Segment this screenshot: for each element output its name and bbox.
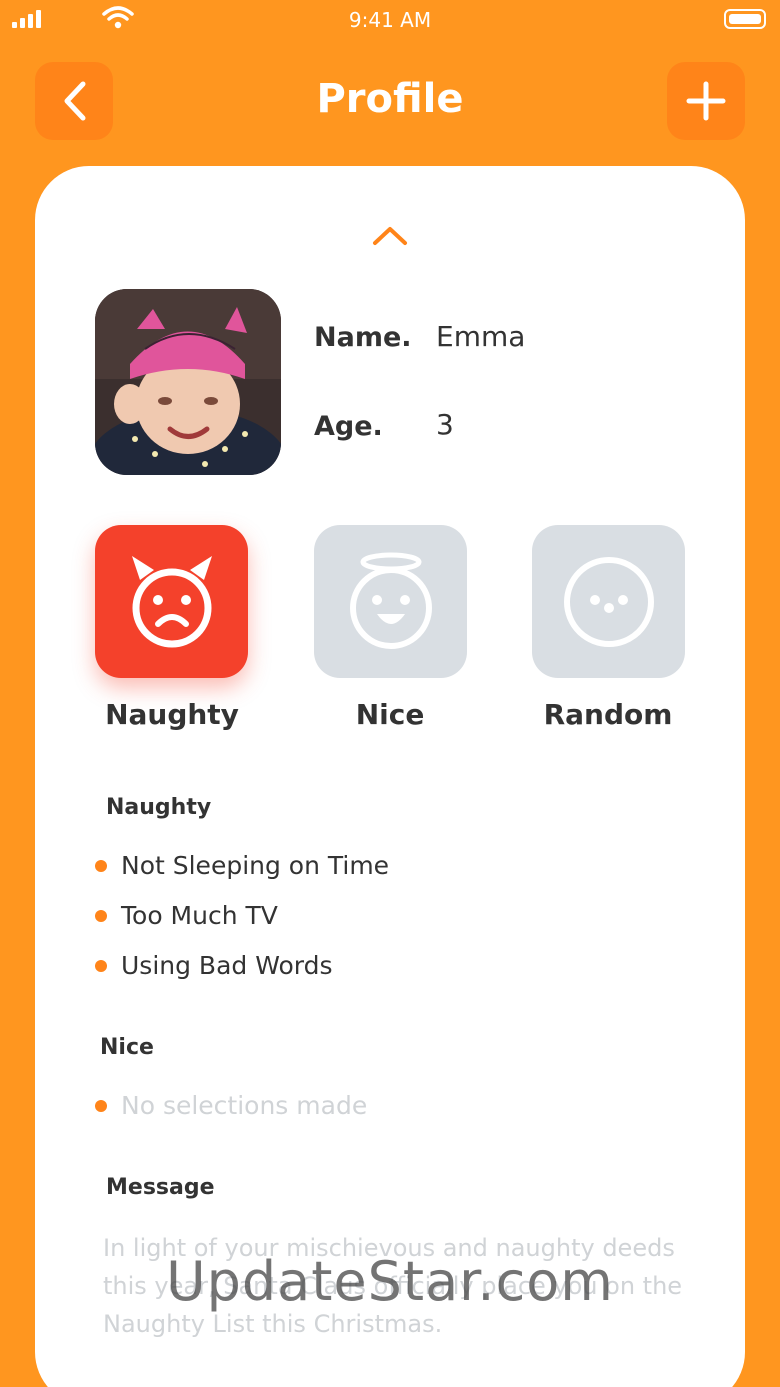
name-value: Emma: [436, 320, 526, 353]
bullet-dot: [95, 910, 107, 922]
message-section-title: Message: [106, 1175, 215, 1200]
bullet-dot: [95, 860, 107, 872]
page-title: Profile: [316, 76, 464, 122]
list-item-label: Too Much TV: [121, 901, 278, 930]
bullet-dot: [95, 1100, 107, 1112]
devil-face-icon: [131, 555, 212, 647]
nice-section-title: Nice: [100, 1035, 154, 1060]
list-item: No selections made: [95, 1081, 367, 1131]
name-label: Name.: [314, 322, 412, 353]
age-label: Age.: [314, 411, 383, 442]
random-mode-button[interactable]: [532, 525, 685, 678]
add-button[interactable]: [667, 62, 745, 140]
naughty-mode-label: Naughty: [105, 698, 239, 731]
neutral-face-icon: [563, 556, 654, 647]
battery-icon: [724, 9, 766, 29]
angel-face-icon: [349, 552, 432, 649]
nice-mode-button[interactable]: [314, 525, 467, 678]
profile-card: Name. Emma Age. 3 Naughty Nice Random Na…: [35, 166, 745, 1387]
empty-state-label: No selections made: [121, 1091, 368, 1120]
status-time: 9:41 AM: [348, 8, 432, 32]
nice-mode-label: Nice: [355, 698, 425, 731]
nice-list: No selections made: [95, 1081, 367, 1131]
list-item[interactable]: Not Sleeping on Time: [95, 841, 389, 891]
plus-icon: [686, 81, 726, 121]
naughty-list: Not Sleeping on Time Too Much TV Using B…: [95, 841, 389, 991]
naughty-section-title: Naughty: [106, 795, 212, 820]
random-mode-label: Random: [543, 698, 673, 731]
list-item[interactable]: Too Much TV: [95, 891, 389, 941]
bullet-dot: [95, 960, 107, 972]
avatar: [95, 289, 281, 475]
list-item-label: Using Bad Words: [121, 951, 333, 980]
naughty-mode-button[interactable]: [95, 525, 248, 678]
list-item[interactable]: Using Bad Words: [95, 941, 389, 991]
age-value: 3: [436, 408, 454, 441]
watermark: UpdateStar.com: [166, 1250, 614, 1313]
list-item-label: Not Sleeping on Time: [121, 851, 390, 880]
status-bar: 9:41 AM: [0, 0, 780, 40]
chevron-up-icon[interactable]: [372, 224, 408, 246]
